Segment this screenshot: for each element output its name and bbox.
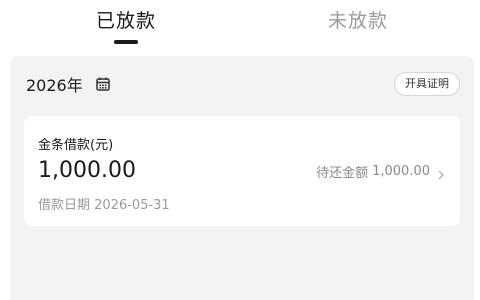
- loan-card[interactable]: 金条借款(元) 1,000.00 借款日期 2026-05-31 待还金额 1,…: [24, 116, 460, 226]
- active-tab-indicator: [114, 40, 138, 44]
- year-selector[interactable]: 2026年: [26, 72, 111, 96]
- issue-certificate-button[interactable]: 开具证明: [394, 72, 460, 96]
- loan-date: 借款日期 2026-05-31: [38, 198, 170, 213]
- year-label: 2026年: [26, 76, 83, 95]
- records-panel: 2026年 开具证明 金条借款(元) 1,000.00 借款日期 2026-05…: [10, 56, 474, 300]
- chevron-right-icon: [436, 166, 446, 179]
- amount-due-value: 1,000.00: [372, 164, 430, 179]
- amount-due-link[interactable]: 待还金额 1,000.00: [316, 162, 446, 181]
- loan-amount: 1,000.00: [38, 158, 136, 183]
- loan-records-page: 已放款 未放款 2026年 开具证明 金条借款(元) 1,000.00 借款日期…: [0, 0, 480, 300]
- calendar-icon[interactable]: [95, 76, 111, 92]
- amount-due-label: 待还金额: [316, 166, 369, 181]
- tab-bar: 已放款 未放款: [0, 0, 480, 52]
- loan-title: 金条借款(元): [38, 138, 114, 153]
- tab-not-disbursed[interactable]: 未放款: [316, 6, 400, 36]
- tab-disbursed[interactable]: 已放款: [88, 6, 164, 36]
